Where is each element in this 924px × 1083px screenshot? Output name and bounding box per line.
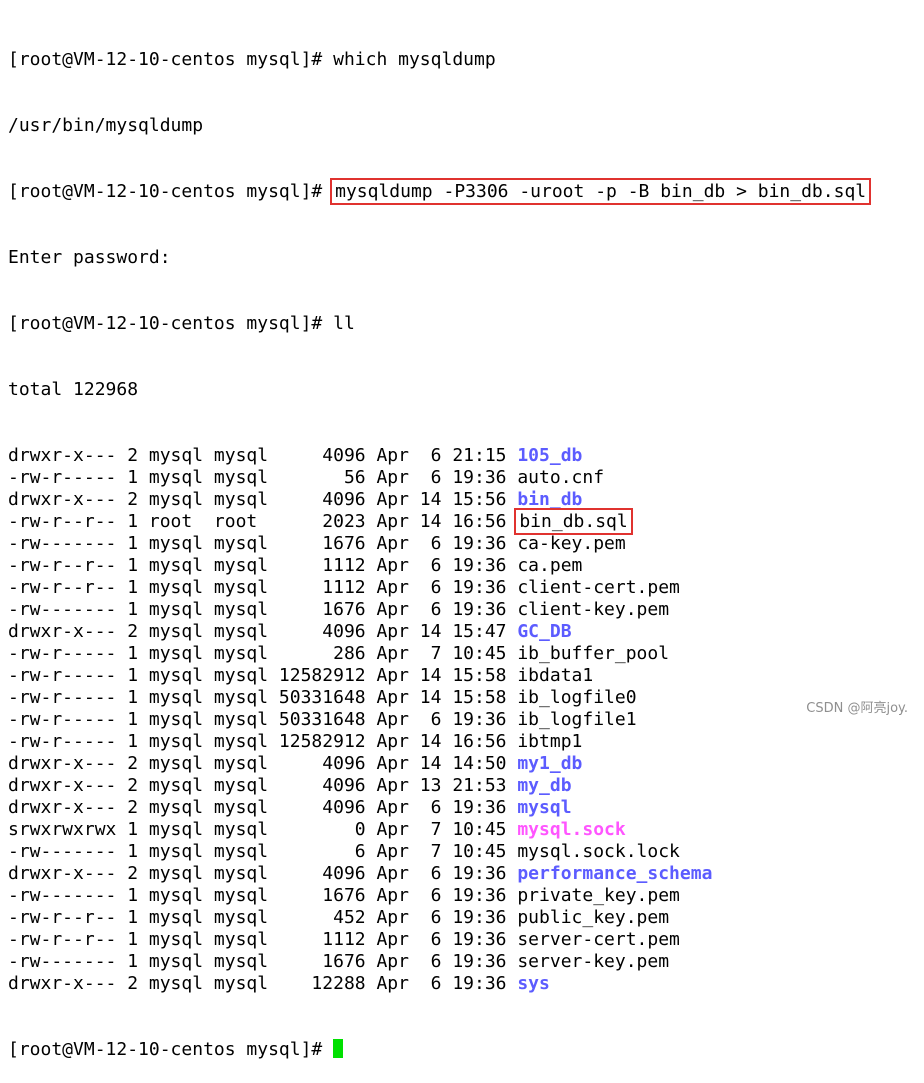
listing-row: -rw-r--r-- 1 mysql mysql 1112 Apr 6 19:3…: [8, 555, 868, 577]
file-metadata: drwxr-x--- 2 mysql mysql 4096 Apr 14 15:…: [8, 489, 518, 510]
file-name: mysql.sock.lock: [517, 841, 680, 862]
terminal-line: /usr/bin/mysqldump: [8, 115, 868, 137]
file-metadata: drwxr-x--- 2 mysql mysql 4096 Apr 6 19:3…: [8, 797, 518, 818]
file-name: client-key.pem: [517, 599, 670, 620]
listing-row: -rw------- 1 mysql mysql 1676 Apr 6 19:3…: [8, 599, 868, 621]
listing-row: -rw-r----- 1 mysql mysql 56 Apr 6 19:36 …: [8, 467, 868, 489]
listing-row: -rw-r----- 1 mysql mysql 286 Apr 7 10:45…: [8, 643, 868, 665]
command-output: /usr/bin/mysqldump: [8, 115, 204, 136]
file-metadata: drwxr-x--- 2 mysql mysql 4096 Apr 14 14:…: [8, 753, 518, 774]
listing-row: drwxr-x--- 2 mysql mysql 4096 Apr 6 19:3…: [8, 797, 868, 819]
file-name: ib_logfile0: [517, 687, 637, 708]
listing-row: drwxr-x--- 2 mysql mysql 4096 Apr 6 21:1…: [8, 445, 868, 467]
file-metadata: -rw-r----- 1 mysql mysql 286 Apr 7 10:45: [8, 643, 518, 664]
command-text: ll: [333, 313, 355, 334]
terminal-line: [root@VM-12-10-centos mysql]# mysqldump …: [8, 178, 872, 205]
listing-row: -rw-r----- 1 mysql mysql 50331648 Apr 14…: [8, 687, 868, 709]
file-name: server-cert.pem: [517, 929, 680, 950]
file-name: client-cert.pem: [517, 577, 680, 598]
file-name: server-key.pem: [517, 951, 670, 972]
file-name: ib_buffer_pool: [517, 643, 670, 664]
terminal-line: [root@VM-12-10-centos mysql]# which mysq…: [8, 49, 868, 71]
shell-prompt: [root@VM-12-10-centos mysql]#: [8, 313, 334, 334]
directory-name: 105_db: [517, 445, 583, 466]
listing-row: drwxr-x--- 2 mysql mysql 4096 Apr 14 15:…: [8, 489, 868, 511]
listing-row: srwxrwxrwx 1 mysql mysql 0 Apr 7 10:45 m…: [8, 819, 868, 841]
file-metadata: -rw-r----- 1 mysql mysql 12582912 Apr 14…: [8, 731, 518, 752]
shell-prompt: [root@VM-12-10-centos mysql]#: [8, 1039, 334, 1060]
file-metadata: -rw-r--r-- 1 root root 2023 Apr 14 16:56: [8, 511, 518, 532]
file-metadata: drwxr-x--- 2 mysql mysql 4096 Apr 13 21:…: [8, 775, 518, 796]
listing-row: -rw-r----- 1 mysql mysql 12582912 Apr 14…: [8, 665, 868, 687]
directory-name: sys: [517, 973, 550, 994]
file-metadata: drwxr-x--- 2 mysql mysql 4096 Apr 6 19:3…: [8, 863, 518, 884]
mysqldump-command-highlight: mysqldump -P3306 -uroot -p -B bin_db > b…: [330, 178, 872, 205]
listing-row: -rw-r--r-- 1 root root 2023 Apr 14 16:56…: [8, 508, 868, 535]
listing-row: -rw------- 1 mysql mysql 1676 Apr 6 19:3…: [8, 533, 868, 555]
listing-row: -rw-r--r-- 1 mysql mysql 452 Apr 6 19:36…: [8, 907, 868, 929]
file-metadata: -rw-r----- 1 mysql mysql 56 Apr 6 19:36: [8, 467, 518, 488]
file-metadata: drwxr-x--- 2 mysql mysql 12288 Apr 6 19:…: [8, 973, 518, 994]
file-name: ib_logfile1: [517, 709, 637, 730]
file-metadata: -rw------- 1 mysql mysql 6 Apr 7 10:45: [8, 841, 518, 862]
file-metadata: -rw-r--r-- 1 mysql mysql 1112 Apr 6 19:3…: [8, 577, 518, 598]
file-metadata: srwxrwxrwx 1 mysql mysql 0 Apr 7 10:45: [8, 819, 518, 840]
listing-row: drwxr-x--- 2 mysql mysql 4096 Apr 14 15:…: [8, 621, 868, 643]
listing-row: -rw------- 1 mysql mysql 1676 Apr 6 19:3…: [8, 951, 868, 973]
terminal-line: [root@VM-12-10-centos mysql]# ll: [8, 313, 868, 335]
file-name: ibdata1: [517, 665, 594, 686]
file-name: ca-key.pem: [517, 533, 626, 554]
listing-row: drwxr-x--- 2 mysql mysql 4096 Apr 6 19:3…: [8, 863, 868, 885]
file-name: auto.cnf: [517, 467, 605, 488]
directory-name: performance_schema: [517, 863, 713, 884]
terminal-line: Enter password:: [8, 247, 868, 269]
listing-row: -rw------- 1 mysql mysql 6 Apr 7 10:45 m…: [8, 841, 868, 863]
file-metadata: -rw-r--r-- 1 mysql mysql 1112 Apr 6 19:3…: [8, 929, 518, 950]
file-metadata: -rw------- 1 mysql mysql 1676 Apr 6 19:3…: [8, 885, 518, 906]
terminal-line: total 122968: [8, 379, 868, 401]
file-name: ibtmp1: [517, 731, 583, 752]
password-prompt: Enter password:: [8, 247, 171, 268]
command-text: which mysqldump: [333, 49, 496, 70]
directory-name: mysql: [517, 797, 572, 818]
listing-row: -rw-r----- 1 mysql mysql 12582912 Apr 14…: [8, 731, 868, 753]
file-metadata: -rw-r--r-- 1 mysql mysql 452 Apr 6 19:36: [8, 907, 518, 928]
directory-listing: drwxr-x--- 2 mysql mysql 4096 Apr 6 21:1…: [8, 445, 868, 995]
file-metadata: drwxr-x--- 2 mysql mysql 4096 Apr 14 15:…: [8, 621, 518, 642]
listing-row: -rw-r--r-- 1 mysql mysql 1112 Apr 6 19:3…: [8, 929, 868, 951]
file-metadata: -rw-r----- 1 mysql mysql 50331648 Apr 14…: [8, 687, 518, 708]
listing-row: drwxr-x--- 2 mysql mysql 4096 Apr 14 14:…: [8, 753, 868, 775]
listing-row: -rw-r--r-- 1 mysql mysql 1112 Apr 6 19:3…: [8, 577, 868, 599]
terminal-output[interactable]: [root@VM-12-10-centos mysql]# which mysq…: [8, 5, 872, 1083]
directory-name: bin_db: [517, 489, 583, 510]
file-metadata: drwxr-x--- 2 mysql mysql 4096 Apr 6 21:1…: [8, 445, 518, 466]
file-metadata: -rw------- 1 mysql mysql 1676 Apr 6 19:3…: [8, 599, 518, 620]
terminal-line[interactable]: [root@VM-12-10-centos mysql]#: [8, 1039, 868, 1061]
file-name: public_key.pem: [517, 907, 670, 928]
file-metadata: -rw------- 1 mysql mysql 1676 Apr 6 19:3…: [8, 533, 518, 554]
directory-name: my1_db: [517, 753, 583, 774]
listing-row: drwxr-x--- 2 mysql mysql 12288 Apr 6 19:…: [8, 973, 868, 995]
text-cursor: [333, 1039, 344, 1058]
listing-total: total 122968: [8, 379, 139, 400]
watermark: CSDN @阿亮joy.: [806, 701, 908, 716]
listing-row: -rw-r----- 1 mysql mysql 50331648 Apr 6 …: [8, 709, 868, 731]
directory-name: GC_DB: [517, 621, 572, 642]
file-metadata: -rw-r--r-- 1 mysql mysql 1112 Apr 6 19:3…: [8, 555, 518, 576]
highlighted-file-name: bin_db.sql: [514, 508, 633, 535]
file-metadata: -rw-r----- 1 mysql mysql 50331648 Apr 6 …: [8, 709, 518, 730]
file-name: mysql.sock: [517, 819, 626, 840]
shell-prompt: [root@VM-12-10-centos mysql]#: [8, 181, 334, 202]
listing-row: drwxr-x--- 2 mysql mysql 4096 Apr 13 21:…: [8, 775, 868, 797]
file-metadata: -rw------- 1 mysql mysql 1676 Apr 6 19:3…: [8, 951, 518, 972]
file-name: ca.pem: [517, 555, 583, 576]
file-metadata: -rw-r----- 1 mysql mysql 12582912 Apr 14…: [8, 665, 518, 686]
file-name: private_key.pem: [517, 885, 680, 906]
directory-name: my_db: [517, 775, 572, 796]
listing-row: -rw------- 1 mysql mysql 1676 Apr 6 19:3…: [8, 885, 868, 907]
shell-prompt: [root@VM-12-10-centos mysql]#: [8, 49, 334, 70]
